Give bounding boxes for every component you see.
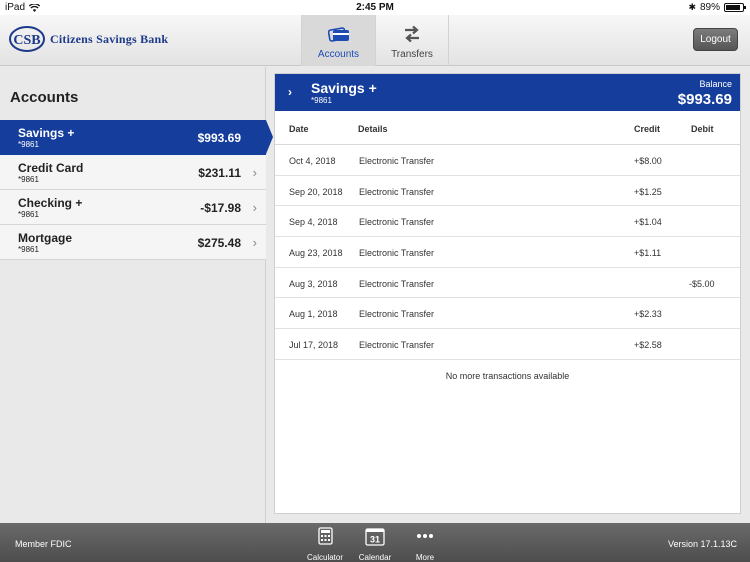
balance-value: $993.69 (677, 91, 732, 108)
column-header-details: Details (358, 124, 388, 134)
bluetooth-icon: ✱ (688, 2, 696, 12)
transactions-list: Oct 4, 2018 Electronic Transfer +$8.00 S… (275, 145, 740, 360)
transaction-details: Electronic Transfer (359, 186, 435, 197)
transaction-details: Electronic Transfer (359, 248, 435, 259)
account-detail-header[interactable]: › Savings + *9861 Balance $993.69 (275, 74, 740, 111)
table-row[interactable]: Aug 23, 2018 Electronic Transfer +$1.11 (275, 237, 740, 268)
table-row[interactable]: Sep 20, 2018 Electronic Transfer +$1.25 (275, 176, 740, 207)
table-row[interactable]: Oct 4, 2018 Electronic Transfer +$8.00 (275, 145, 740, 176)
bank-logo: CSB Citizens Savings Bank (8, 25, 168, 53)
svg-text:31: 31 (370, 534, 380, 544)
calendar-label: Calendar (358, 553, 392, 562)
app-version: Version 17.1.13C (667, 539, 737, 549)
transaction-date: Sep 20, 2018 (289, 186, 343, 197)
account-number: *9861 (18, 140, 39, 149)
tab-transfers-label: Transfers (391, 49, 433, 60)
account-number: *9861 (18, 210, 39, 219)
account-balance: $275.48 (197, 236, 241, 250)
column-header-date: Date (289, 124, 309, 134)
app-footer: Member FDIC Calculator 31 Calendar More … (0, 523, 750, 562)
calculator-button[interactable]: Calculator (305, 526, 345, 562)
more-button[interactable]: More (405, 526, 445, 562)
account-item-mortgage[interactable]: Mortgage *9861 $275.48 › (0, 225, 266, 260)
account-item-checking[interactable]: Checking + *9861 -$17.98 › (0, 190, 266, 225)
calculator-label: Calculator (306, 553, 343, 562)
chevron-right-icon: › (252, 200, 257, 215)
table-row[interactable]: Aug 3, 2018 Electronic Transfer -$5.00 (275, 268, 740, 299)
transaction-credit: +$1.04 (634, 217, 662, 228)
transaction-details: Electronic Transfer (359, 309, 435, 320)
transactions-header: Date Details Credit Debit (275, 111, 740, 145)
more-dots-icon (417, 534, 433, 538)
balance-label: Balance (699, 79, 732, 89)
transaction-credit: +$1.11 (634, 248, 662, 259)
transaction-details: Electronic Transfer (359, 340, 435, 351)
transaction-date: Aug 23, 2018 (289, 248, 343, 259)
transaction-credit: +$8.00 (634, 156, 662, 166)
account-item-savings[interactable]: Savings + *9861 $993.69 (0, 120, 273, 155)
member-fdic: Member FDIC (15, 539, 72, 549)
sidebar-title: Accounts (10, 89, 79, 106)
account-detail-panel: › Savings + *9861 Balance $993.69 Date D… (274, 73, 741, 514)
account-name: Mortgage (18, 231, 72, 245)
chevron-right-icon: › (252, 235, 257, 250)
clock: 2:45 PM (356, 2, 394, 13)
account-balance: -$17.98 (200, 201, 241, 215)
transaction-debit: -$5.00 (689, 278, 715, 289)
account-name: Savings + (18, 126, 75, 140)
tab-accounts[interactable]: Accounts (301, 15, 375, 66)
battery-percent: 89% (699, 2, 720, 13)
transaction-date: Aug 1, 2018 (289, 309, 338, 320)
bank-logo-mark-icon: CSB (9, 26, 45, 52)
account-name: Checking + (18, 196, 83, 210)
account-item-credit-card[interactable]: Credit Card *9861 $231.11 › (0, 155, 266, 190)
chevron-right-icon: › (252, 165, 257, 180)
table-row[interactable]: Aug 1, 2018 Electronic Transfer +$2.33 (275, 298, 740, 330)
bank-name: Citizens Savings Bank (50, 31, 169, 46)
transaction-date: Aug 3, 2018 (289, 278, 338, 289)
transaction-details: Electronic Transfer (359, 156, 435, 166)
app-header: CSB Citizens Savings Bank Accounts Trans… (0, 15, 750, 66)
more-label: More (415, 553, 435, 562)
column-header-debit: Debit (691, 124, 714, 134)
calendar-button[interactable]: 31 Calendar (355, 526, 395, 562)
battery-icon (724, 3, 746, 12)
logout-button[interactable]: Logout (693, 28, 738, 51)
account-balance: $231.11 (198, 166, 241, 180)
transaction-details: Electronic Transfer (359, 217, 435, 228)
svg-text:CSB: CSB (13, 33, 40, 48)
transfer-arrows-icon (405, 25, 419, 43)
account-detail-number: *9861 (311, 96, 332, 105)
accounts-sidebar: Accounts Savings + *9861 $993.69 Credit … (0, 67, 273, 523)
tab-transfers[interactable]: Transfers (375, 15, 449, 66)
column-header-credit: Credit (634, 124, 661, 134)
transaction-details: Electronic Transfer (359, 278, 435, 289)
transaction-credit: +$2.58 (634, 340, 662, 351)
status-bar: iPad 2:45 PM ✱ 89% (0, 0, 750, 15)
transaction-date: Sep 4, 2018 (289, 217, 338, 228)
calendar-icon: 31 (365, 527, 385, 546)
account-list: Savings + *9861 $993.69 Credit Card *986… (0, 120, 273, 260)
transaction-date: Oct 4, 2018 (289, 156, 336, 166)
account-balance: $993.69 (197, 131, 241, 145)
account-detail-title: Savings + (311, 80, 377, 96)
account-number: *9861 (18, 175, 39, 184)
account-name: Credit Card (18, 161, 84, 175)
table-row[interactable]: Sep 4, 2018 Electronic Transfer +$1.04 (275, 206, 740, 238)
credit-card-icon (327, 27, 349, 42)
transaction-credit: +$2.33 (634, 309, 662, 320)
table-row[interactable]: Jul 17, 2018 Electronic Transfer +$2.58 (275, 329, 740, 360)
account-number: *9861 (18, 245, 39, 254)
chevron-right-icon: › (288, 85, 292, 99)
calculator-icon (317, 527, 333, 545)
transaction-credit: +$1.25 (634, 186, 662, 197)
no-more-transactions: No more transactions available (445, 370, 570, 381)
tab-accounts-label: Accounts (317, 49, 360, 60)
battery-level (726, 5, 740, 10)
transaction-date: Jul 17, 2018 (289, 340, 339, 351)
